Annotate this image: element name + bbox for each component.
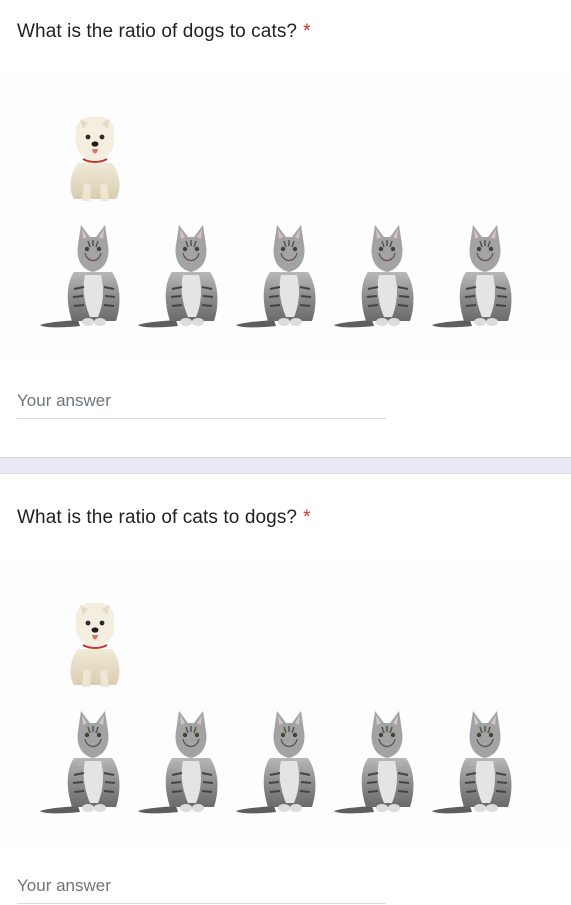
required-mark: * bbox=[303, 507, 311, 528]
cat-icon bbox=[234, 703, 324, 818]
question-card: What is the ratio of dogs to cats? * bbox=[0, 0, 571, 457]
required-mark: * bbox=[303, 21, 311, 42]
question-text: What is the ratio of dogs to cats? bbox=[17, 21, 298, 42]
answer-input[interactable] bbox=[17, 873, 386, 899]
question-card: What is the ratio of cats to dogs? * bbox=[0, 474, 571, 905]
cat-icon bbox=[430, 217, 520, 332]
dog-icon bbox=[64, 113, 126, 205]
cat-icon bbox=[234, 217, 324, 332]
cat-icon bbox=[430, 703, 520, 818]
section-divider bbox=[0, 457, 571, 474]
question-text: What is the ratio of cats to dogs? bbox=[17, 507, 298, 528]
cat-icon bbox=[136, 703, 226, 818]
answer-field bbox=[17, 388, 386, 419]
cat-icon bbox=[38, 217, 128, 332]
cat-icon bbox=[136, 217, 226, 332]
question-title: What is the ratio of dogs to cats? * bbox=[17, 21, 311, 43]
dog-icon bbox=[64, 599, 126, 691]
cat-icon bbox=[332, 703, 422, 818]
form-page: What is the ratio of dogs to cats?* What… bbox=[0, 0, 571, 905]
answer-input[interactable] bbox=[17, 388, 386, 414]
cat-icon bbox=[38, 703, 128, 818]
question-image bbox=[0, 75, 571, 360]
cat-icon bbox=[332, 217, 422, 332]
question-image bbox=[0, 561, 571, 846]
question-title: What is the ratio of cats to dogs? * bbox=[17, 507, 311, 529]
answer-field bbox=[17, 873, 386, 904]
